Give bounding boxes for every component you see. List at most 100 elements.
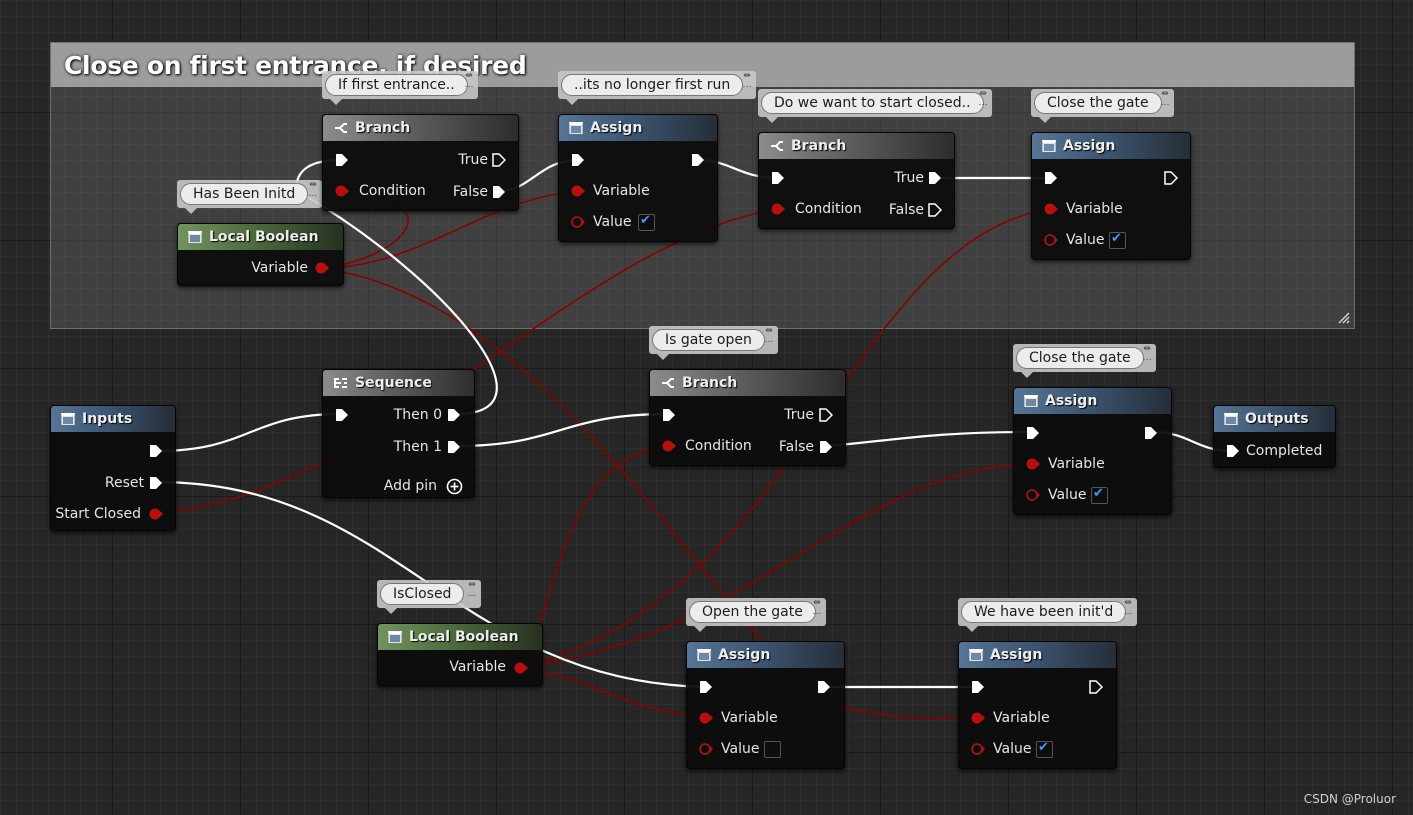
bubble-has-been-initd[interactable]: Has Been Initd ⇹… xyxy=(177,180,322,214)
exec-in-pin-icon[interactable] xyxy=(771,171,785,185)
exec-out-pin-icon[interactable] xyxy=(149,444,163,458)
exec-in-pin-icon[interactable] xyxy=(1044,171,1058,185)
branch-node-first-entrance[interactable]: Branch True Condition False xyxy=(322,114,519,211)
bubble-close-gate-2[interactable]: Close the gate ⇹… xyxy=(1013,344,1156,378)
exec-out-pin-false-icon[interactable] xyxy=(492,185,506,199)
exec-in-pin-icon[interactable] xyxy=(699,680,713,694)
branch-node-start-closed[interactable]: Branch True Condition False xyxy=(758,132,955,229)
node-title: Assign xyxy=(990,647,1043,663)
exec-in-pin-icon[interactable] xyxy=(571,153,585,167)
bool-out-pin-icon[interactable] xyxy=(514,662,528,674)
bool-in-pin-icon[interactable] xyxy=(571,185,585,197)
node-header[interactable]: Assign xyxy=(559,115,717,141)
node-header[interactable]: Local Boolean xyxy=(378,624,542,650)
bool-in-pin-icon[interactable] xyxy=(335,185,349,197)
pin-bubble-icon[interactable]: ⇹… xyxy=(463,72,475,90)
bubble-no-longer-first[interactable]: ..its no longer first run ⇹… xyxy=(558,71,756,105)
node-header[interactable]: Local Boolean xyxy=(178,224,343,250)
exec-out-pin-true-icon[interactable] xyxy=(819,408,833,422)
bool-out-pin-icon[interactable] xyxy=(315,262,329,274)
exec-out-pin-icon[interactable] xyxy=(691,153,705,167)
add-pin-icon[interactable] xyxy=(446,478,463,495)
branch-node-is-gate-open[interactable]: Branch True Condition False xyxy=(649,369,846,466)
node-header[interactable]: Branch xyxy=(650,370,845,396)
bool-in-pin-icon[interactable] xyxy=(971,712,985,724)
assign-node-close-gate-1[interactable]: Assign Variable Value xyxy=(1031,132,1191,260)
exec-out-pin-false-icon[interactable] xyxy=(928,203,942,217)
outputs-node[interactable]: Outputs Completed xyxy=(1213,405,1336,468)
bool-in-pin-icon[interactable] xyxy=(1044,203,1058,215)
exec-in-pin-completed-icon[interactable] xyxy=(1226,444,1240,458)
node-header[interactable]: Inputs xyxy=(51,406,175,432)
node-header[interactable]: Assign xyxy=(1014,388,1171,414)
node-header[interactable]: Assign xyxy=(1032,133,1190,159)
pin-label-value: Value xyxy=(1048,487,1087,503)
exec-out-pin-then0-icon[interactable] xyxy=(447,408,461,422)
exec-in-pin-icon[interactable] xyxy=(971,680,985,694)
pin-bubble-icon[interactable]: ⇹… xyxy=(1141,345,1153,363)
sequence-node[interactable]: Sequence Then 0 Then 1 Add pin xyxy=(322,369,475,498)
pin-label-value: Value xyxy=(1066,232,1105,248)
exec-in-pin-icon[interactable] xyxy=(662,408,676,422)
exec-out-pin-true-icon[interactable] xyxy=(928,171,942,185)
bubble-if-first[interactable]: If first entrance.. ⇹… xyxy=(322,71,478,105)
bubble-been-initd[interactable]: We have been init'd ⇹… xyxy=(958,598,1137,632)
local-boolean-is-closed[interactable]: Local Boolean Variable xyxy=(377,623,543,686)
value-checkbox[interactable] xyxy=(638,213,655,231)
exec-out-pin-icon[interactable] xyxy=(1089,680,1103,694)
value-checkbox[interactable] xyxy=(1109,231,1126,249)
pin-bubble-icon[interactable]: ⇹… xyxy=(466,581,478,599)
bubble-open-gate[interactable]: Open the gate ⇹… xyxy=(686,598,826,632)
exec-out-pin-icon[interactable] xyxy=(817,680,831,694)
node-header[interactable]: Outputs xyxy=(1214,406,1335,432)
pin-bubble-icon[interactable]: ⇹… xyxy=(307,181,319,199)
pin-bubble-icon[interactable]: ⇹… xyxy=(741,72,753,90)
add-pin-button[interactable]: Add pin xyxy=(384,476,437,496)
exec-out-pin-then1-icon[interactable] xyxy=(447,440,461,454)
bool-in-pin-icon[interactable] xyxy=(699,712,713,724)
exec-in-pin-icon[interactable] xyxy=(335,408,349,422)
bubble-tail xyxy=(385,608,397,614)
pin-bubble-icon[interactable]: ⇹… xyxy=(811,599,823,617)
pin-bubble-icon[interactable]: ⇹… xyxy=(1159,90,1171,108)
bubble-text: ..its no longer first run xyxy=(561,74,744,96)
bool-in-pin-icon[interactable] xyxy=(771,203,785,215)
exec-in-pin-icon[interactable] xyxy=(335,153,349,167)
assign-node-close-gate-2[interactable]: Assign Variable Value xyxy=(1013,387,1172,515)
inputs-node[interactable]: Inputs Reset Start Closed xyxy=(50,405,176,531)
value-checkbox[interactable] xyxy=(764,741,781,758)
exec-in-pin-icon[interactable] xyxy=(1026,426,1040,440)
node-header[interactable]: Branch xyxy=(759,133,954,159)
bool-value-pin-icon[interactable] xyxy=(1044,234,1058,246)
exec-out-pin-true-icon[interactable] xyxy=(492,153,506,167)
bubble-is-gate-open[interactable]: Is gate open ⇹… xyxy=(649,326,778,360)
local-boolean-has-been-initd[interactable]: Local Boolean Variable xyxy=(177,223,344,286)
bool-value-pin-icon[interactable] xyxy=(971,743,985,755)
exec-out-pin-icon[interactable] xyxy=(1164,171,1178,185)
exec-out-pin-reset-icon[interactable] xyxy=(149,476,163,490)
bubble-close-gate-1[interactable]: Close the gate ⇹… xyxy=(1031,89,1174,123)
value-checkbox[interactable] xyxy=(1036,740,1053,758)
node-header[interactable]: Assign xyxy=(959,642,1116,668)
bool-out-pin-icon[interactable] xyxy=(149,508,163,520)
node-title: Assign xyxy=(1063,138,1116,154)
bubble-is-closed[interactable]: IsClosed ⇹… xyxy=(377,580,481,614)
bool-value-pin-icon[interactable] xyxy=(1026,489,1040,501)
pin-bubble-icon[interactable]: ⇹… xyxy=(1122,599,1134,617)
assign-node-open-gate[interactable]: Assign Variable Value xyxy=(686,641,845,769)
bool-value-pin-icon[interactable] xyxy=(571,216,585,228)
node-header[interactable]: Branch xyxy=(323,115,518,141)
exec-out-pin-icon[interactable] xyxy=(1144,426,1158,440)
assign-node-been-initd[interactable]: Assign Variable Value xyxy=(958,641,1117,769)
pin-bubble-icon[interactable]: ⇹… xyxy=(977,90,989,108)
exec-out-pin-false-icon[interactable] xyxy=(819,440,833,454)
bool-in-pin-icon[interactable] xyxy=(662,440,676,452)
pin-bubble-icon[interactable]: ⇹… xyxy=(763,327,775,345)
bool-in-pin-icon[interactable] xyxy=(1026,458,1040,470)
node-header[interactable]: Sequence xyxy=(323,370,474,396)
bool-value-pin-icon[interactable] xyxy=(699,743,713,755)
bubble-start-closed[interactable]: Do we want to start closed.. ⇹… xyxy=(758,89,992,123)
value-checkbox[interactable] xyxy=(1091,486,1108,504)
node-header[interactable]: Assign xyxy=(687,642,844,668)
assign-node-no-longer-first[interactable]: Assign Variable Value xyxy=(558,114,718,242)
